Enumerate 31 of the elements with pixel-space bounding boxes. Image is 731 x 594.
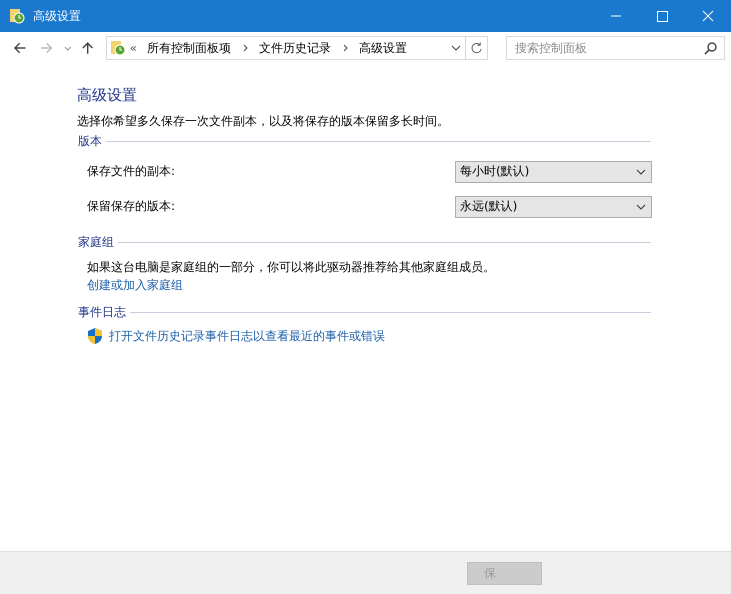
chevron-right-icon[interactable] (341, 44, 350, 52)
section-title: 家庭组 (78, 234, 114, 251)
address-bar[interactable]: « 所有控制面板项 文件历史记录 高级设置 (106, 36, 466, 60)
description-text: 如果这台电脑是家庭组的一部分，你可以将此驱动器推荐给其他家庭组成员。 (87, 259, 496, 276)
back-arrow-icon[interactable] (12, 40, 28, 56)
field-label: 保存文件的副本: (87, 163, 176, 180)
chevron-right-icon[interactable] (241, 44, 250, 52)
chevron-down-icon (636, 166, 646, 176)
up-arrow-icon[interactable] (80, 40, 96, 56)
field-label: 保留保存的版本: (87, 198, 176, 215)
window-title: 高级设置 (33, 8, 82, 24)
breadcrumb-item[interactable]: 文件历史记录 (259, 40, 332, 56)
link[interactable]: 创建或加入家庭组 (87, 278, 183, 292)
refresh-icon[interactable] (466, 36, 488, 60)
section-title: 版本 (78, 133, 102, 150)
breadcrumb-item[interactable]: 所有控制面板项 (147, 40, 232, 56)
link[interactable]: 打开文件历史记录事件日志以查看最近的事件或错误 (109, 328, 385, 344)
overflow-chevron[interactable]: « (130, 41, 138, 55)
shield-icon (87, 327, 103, 345)
description-text: 选择你希望多久保存一次文件副本，以及将保存的版本保留多长时间。 (77, 113, 450, 130)
chevron-down-icon (636, 202, 646, 212)
chevron-down-icon[interactable] (450, 43, 461, 53)
folder-clock-icon (110, 40, 126, 56)
dropdown[interactable]: 永远(默认) (455, 196, 652, 218)
section-title: 事件日志 (78, 304, 126, 321)
folder-clock-icon (9, 8, 25, 24)
search-icon (704, 41, 718, 55)
breadcrumb-item[interactable]: 高级设置 (359, 40, 408, 56)
search-field[interactable]: 搜索控制面板 (506, 36, 725, 60)
page-heading: 高级设置 (77, 86, 138, 105)
dropdown[interactable]: 每小时(默认) (455, 160, 652, 182)
